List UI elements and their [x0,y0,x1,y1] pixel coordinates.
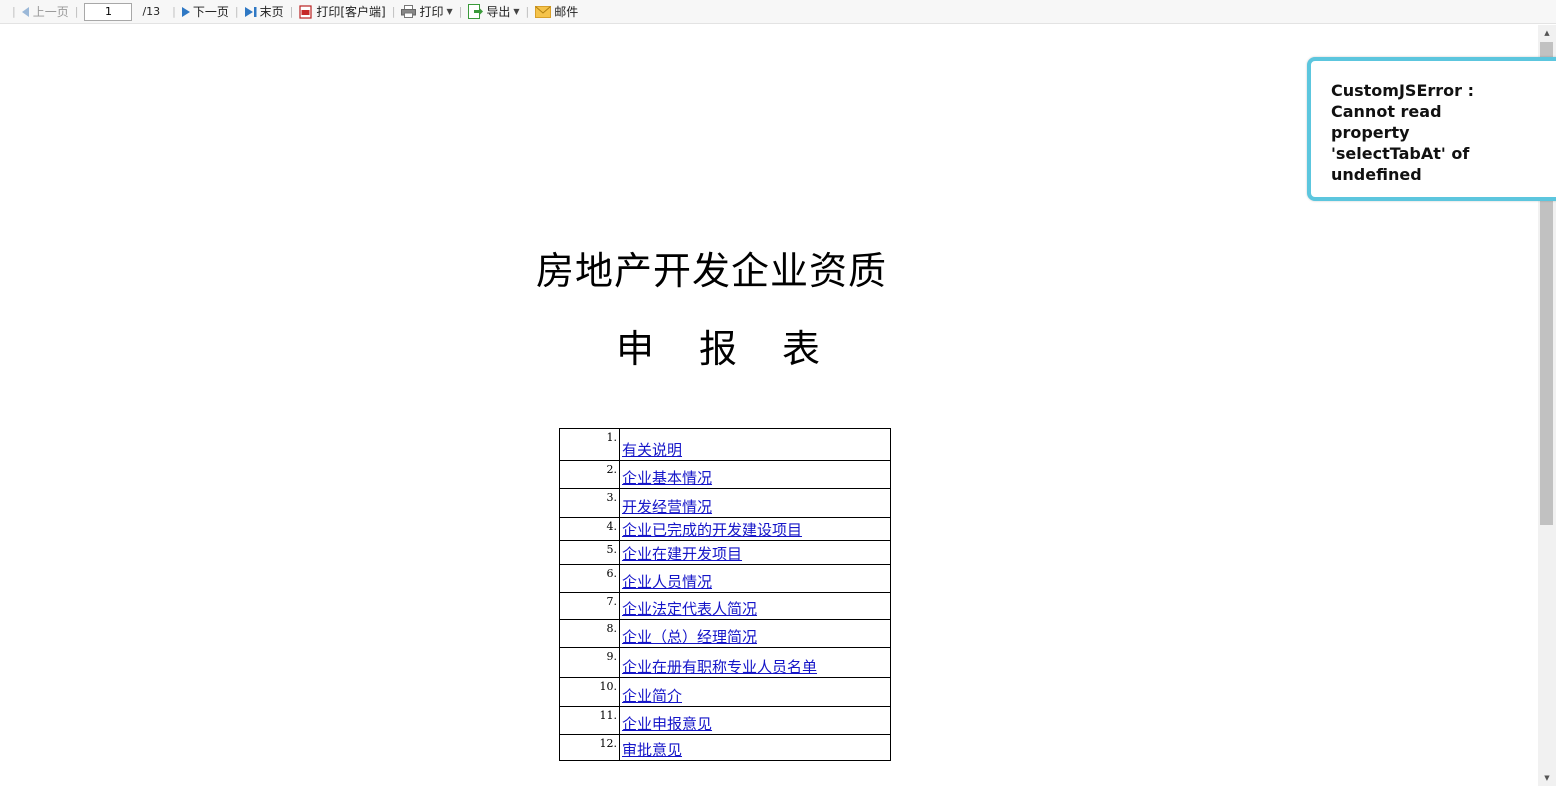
toc-link[interactable]: 企业人员情况 [622,573,712,591]
page-total-label: /13 [142,5,161,18]
toolbar-separator: | [525,5,530,18]
subtitle-char: 报 [699,327,738,371]
subtitle-char: 申 [616,327,655,371]
toc-link[interactable]: 企业申报意见 [622,715,712,733]
dropdown-caret-icon: ▼ [513,7,520,16]
toc-link[interactable]: 企业法定代表人简况 [622,600,757,618]
table-row: 12. 审批意见 [559,734,891,761]
toc-link[interactable]: 企业在建开发项目 [622,545,742,563]
toc-number: 10. [559,677,620,707]
scroll-down-arrow-icon[interactable]: ▼ [1538,770,1556,786]
next-page-label: 下一页 [192,5,229,19]
document-subtitle: 申 报 表 [616,318,820,373]
prev-page-label: 上一页 [32,5,69,19]
toc-number: 5. [559,540,620,565]
toolbar-separator: | [234,5,239,18]
table-row: 9. 企业在册有职称专业人员名单 [559,647,891,678]
scroll-up-arrow-icon[interactable]: ▲ [1538,25,1556,41]
toc-link[interactable]: 企业（总）经理简况 [622,628,757,646]
toc-number: 7. [559,592,620,620]
page-number-input[interactable] [84,2,133,21]
table-row: 10. 企业简介 [559,677,891,707]
mail-button[interactable]: 邮件 [535,3,578,20]
table-row: 3. 开发经营情况 [559,488,891,518]
last-page-label: 末页 [259,5,284,19]
toolbar-separator: | [172,5,176,18]
last-page-button[interactable]: 末页 [244,3,284,20]
pdf-print-icon [299,4,313,19]
toc-number: 1. [559,428,620,461]
toc-link[interactable]: 企业简介 [622,687,682,705]
envelope-icon [535,5,552,18]
print-label: 打印 [419,5,444,19]
export-icon [468,4,484,19]
toc-number: 2. [559,460,620,489]
export-button[interactable]: 导出 ▼ [468,3,520,20]
toc-link[interactable]: 企业在册有职称专业人员名单 [622,658,817,676]
toc-number: 6. [559,564,620,593]
toc-number: 11. [559,706,620,735]
toc-link[interactable]: 企业已完成的开发建设项目 [622,521,802,539]
error-message: CustomJSError : Cannot read property 'se… [1331,81,1475,184]
triangle-left-icon [21,6,30,17]
table-row: 6. 企业人员情况 [559,564,891,593]
toc-link[interactable]: 有关说明 [622,441,682,459]
subtitle-char: 表 [782,327,821,371]
report-toolbar: | 上一页 | /13 | 下一页 | 末页 | 打印[客户端] | 打印 ▼ … [0,0,1556,24]
toc-number: 4. [559,517,620,541]
table-row: 8. 企业（总）经理简况 [559,619,891,648]
dropdown-caret-icon: ▼ [446,7,453,16]
print-button[interactable]: 打印 ▼ [401,3,453,20]
document-title: 房地产开发企业资质 [536,249,888,293]
export-label: 导出 [486,5,511,19]
printer-icon [401,5,417,18]
toc-number: 9. [559,647,620,678]
print-client-button[interactable]: 打印[客户端] [299,3,386,20]
table-row: 1. 有关说明 [559,428,891,461]
error-notification: CustomJSError : Cannot read property 'se… [1307,57,1556,201]
table-row: 4. 企业已完成的开发建设项目 [559,517,891,541]
table-row: 7. 企业法定代表人简况 [559,592,891,620]
skip-to-end-icon [244,6,257,17]
next-page-button[interactable]: 下一页 [181,3,229,20]
print-client-label: 打印[客户端] [316,5,386,19]
triangle-right-icon [181,6,190,17]
table-row: 5. 企业在建开发项目 [559,540,891,565]
toc-number: 8. [559,619,620,648]
toolbar-separator: | [289,5,294,18]
toc-number: 3. [559,488,620,518]
toolbar-separator: | [391,5,396,18]
toc-number: 12. [559,734,620,761]
toc-link[interactable]: 企业基本情况 [622,469,712,487]
table-row: 11. 企业申报意见 [559,706,891,735]
toc-table: 1. 有关说明 2. 企业基本情况 3. 开发经营情况 4. 企业已完成的开发建… [559,428,891,761]
mail-label: 邮件 [554,5,579,19]
toolbar-separator: | [74,5,79,18]
toc-link[interactable]: 审批意见 [622,741,682,759]
table-row: 2. 企业基本情况 [559,460,891,489]
toolbar-separator: | [12,5,16,18]
toc-link[interactable]: 开发经营情况 [622,498,712,516]
toolbar-separator: | [458,5,463,18]
prev-page-button[interactable]: 上一页 [21,3,69,20]
